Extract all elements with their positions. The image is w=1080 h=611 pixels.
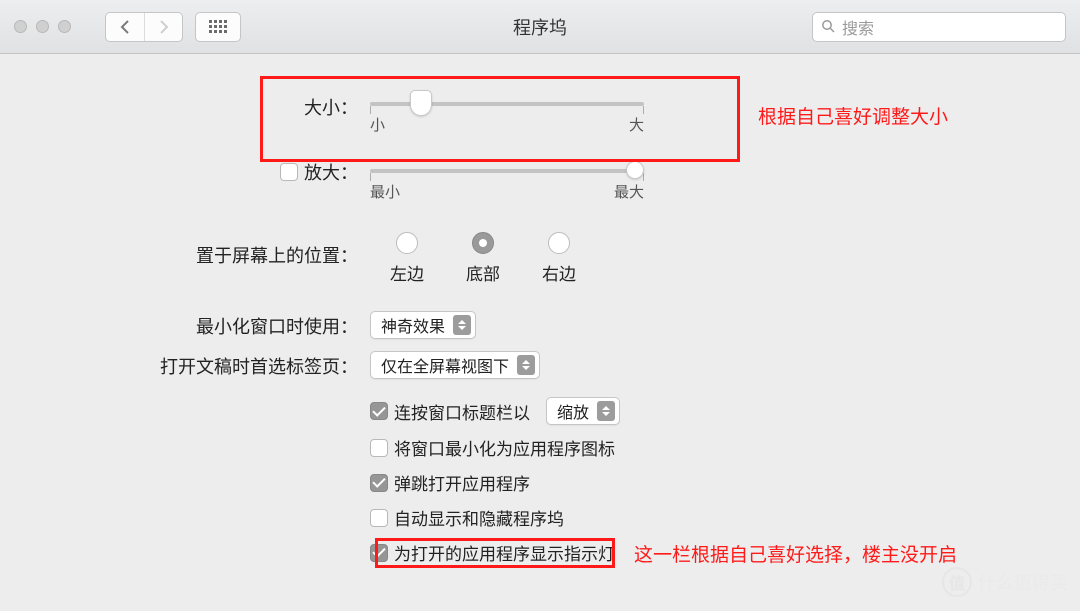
tabs-pref-value: 仅在全屏幕视图下: [381, 353, 509, 377]
minimize-window[interactable]: [36, 20, 49, 33]
show-all-button[interactable]: [195, 12, 241, 42]
window-controls: [14, 20, 71, 33]
tabs-pref-label: 打开文稿时首选标签页：: [0, 351, 370, 379]
magnify-checkbox[interactable]: [280, 163, 298, 181]
autohide-checkbox[interactable]: [370, 509, 388, 527]
position-right-radio[interactable]: [548, 232, 570, 254]
animate-open-label: 弹跳打开应用程序: [394, 470, 530, 495]
search-field[interactable]: 搜索: [812, 12, 1066, 42]
forward-button[interactable]: [144, 13, 182, 41]
annotation-text-1: 根据自己喜好调整大小: [758, 102, 948, 129]
position-left-radio[interactable]: [396, 232, 418, 254]
magnify-label: 放大：: [304, 159, 358, 185]
tabs-pref-select[interactable]: 仅在全屏幕视图下: [370, 351, 540, 379]
content-area: 大小： 小 大 放大：: [0, 54, 1080, 611]
doubleclick-label: 连按窗口标题栏以: [394, 399, 530, 424]
nav-buttons: [105, 12, 183, 42]
minimize-effect-label: 最小化窗口时使用：: [0, 311, 370, 339]
minimize-to-icon-label: 将窗口最小化为应用程序图标: [394, 435, 615, 460]
watermark-icon: 值: [942, 567, 972, 597]
chevron-updown-icon: [453, 315, 471, 335]
position-label: 置于屏幕上的位置：: [0, 232, 370, 268]
back-button[interactable]: [106, 13, 144, 41]
search-icon: [821, 19, 836, 34]
chevron-updown-icon: [597, 401, 615, 421]
minimize-effect-value: 神奇效果: [381, 313, 445, 337]
position-radio-group: 左边 底部 右边: [390, 232, 576, 285]
magnify-slider-thumb[interactable]: [626, 161, 644, 179]
magnify-slider[interactable]: 最小 最大: [370, 159, 644, 202]
position-bottom-label: 底部: [466, 260, 500, 285]
minimize-effect-select[interactable]: 神奇效果: [370, 311, 476, 339]
search-placeholder: 搜索: [842, 15, 874, 39]
titlebar: 程序坞 搜索: [0, 0, 1080, 54]
annotation-box-1: [260, 76, 740, 162]
preferences-window: 程序坞 搜索 大小： 小 大: [0, 0, 1080, 611]
magnify-max-label: 最大: [614, 181, 644, 202]
autohide-label: 自动显示和隐藏程序坞: [394, 505, 564, 530]
position-left-label: 左边: [390, 260, 424, 285]
annotation-box-2: [375, 538, 615, 568]
close-window[interactable]: [14, 20, 27, 33]
doubleclick-value: 缩放: [557, 399, 589, 423]
annotation-text-2: 这一栏根据自己喜好选择，楼主没开启: [634, 540, 957, 567]
minimize-to-icon-checkbox[interactable]: [370, 439, 388, 457]
doubleclick-checkbox[interactable]: [370, 402, 388, 420]
zoom-window[interactable]: [58, 20, 71, 33]
magnify-min-label: 最小: [370, 181, 400, 202]
watermark-text: 什么值得买: [978, 569, 1068, 595]
watermark: 值 什么值得买: [942, 567, 1068, 597]
position-right-label: 右边: [542, 260, 576, 285]
doubleclick-select[interactable]: 缩放: [546, 397, 620, 425]
chevron-updown-icon: [517, 355, 535, 375]
animate-open-checkbox[interactable]: [370, 474, 388, 492]
position-bottom-radio[interactable]: [472, 232, 494, 254]
grid-icon: [209, 20, 227, 33]
